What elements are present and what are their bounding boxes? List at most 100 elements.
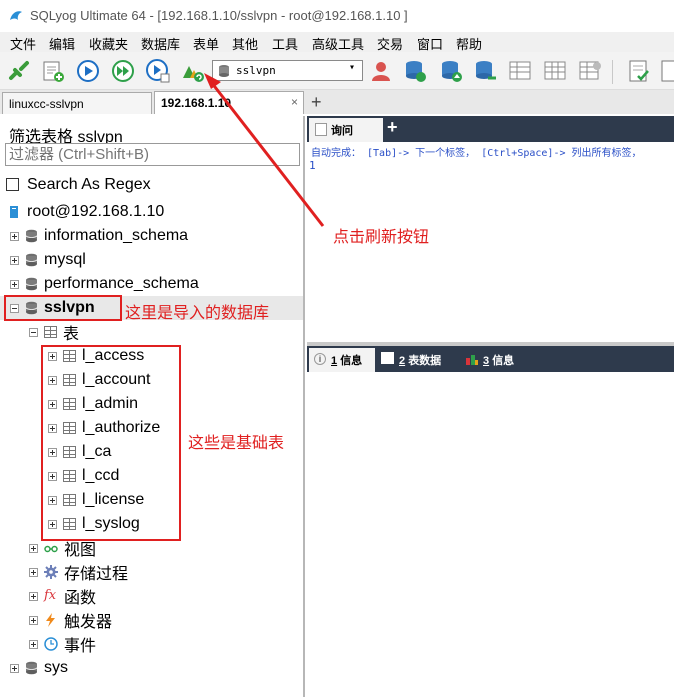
tables-folder[interactable]: 表 [29,320,79,344]
expand-icon[interactable] [29,639,38,649]
tab-info-2[interactable]: 3 信息 [465,352,514,368]
info-icon: i [314,353,326,365]
connect-icon[interactable] [6,58,32,84]
backup-icon[interactable] [402,58,428,84]
menu-table[interactable]: 表单 [193,34,219,53]
schema-icon[interactable] [507,58,533,84]
window-title: SQLyog Ultimate 64 - [192.168.1.10/sslvp… [30,8,408,23]
server-icon [10,206,18,218]
db-label: information_schema [44,227,189,244]
menu-edit[interactable]: 编辑 [49,34,75,53]
database-icon [25,253,38,267]
expand-icon[interactable] [10,231,19,241]
folder-label: 视图 [64,542,97,559]
dolphin-icon [10,11,22,20]
database-selector[interactable]: sslvpn ▾ [212,60,363,81]
menu-database[interactable]: 数据库 [141,34,180,53]
expand-icon[interactable] [29,591,38,601]
menu-favorites[interactable]: 收藏夹 [89,34,128,53]
db-label: mysql [44,251,86,268]
tab-table-data[interactable]: 2 表数据 [381,352,441,368]
menu-bar: 文件 编辑 收藏夹 数据库 表单 其他 工具 高级工具 交易 窗口 帮助 [0,32,674,52]
editor-area: 询问 + 自动完成： [Tab]-> 下一个标签， [Ctrl+Space]->… [307,116,674,697]
close-icon[interactable]: × [291,95,298,109]
user-icon[interactable] [368,58,394,84]
export-icon[interactable] [542,58,568,84]
database-selector-value: sslvpn [236,64,276,77]
add-query-button[interactable]: + [387,117,398,138]
rollback-icon[interactable] [658,58,674,84]
expand-icon[interactable] [29,543,38,553]
expand-icon[interactable] [10,255,19,265]
procedures-folder[interactable]: 存储过程 [29,560,128,584]
tab-label: 信息 [492,355,515,367]
query-editor[interactable] [307,172,674,342]
events-folder[interactable]: 事件 [29,632,96,656]
db-information-schema[interactable]: information_schema [10,224,188,248]
function-icon: fx [44,588,57,603]
triggers-folder[interactable]: 触发器 [29,608,112,632]
menu-other[interactable]: 其他 [232,34,258,53]
line-number: 1 [309,159,316,172]
add-tab-button[interactable]: + [311,92,322,113]
annotation-db-note: 这里是导入的数据库 [125,305,270,322]
menu-transaction[interactable]: 交易 [377,34,403,53]
glasses-icon [44,545,58,553]
expand-icon[interactable] [29,615,38,625]
commit-icon[interactable] [626,58,652,84]
execute-icon[interactable] [75,58,101,84]
query-tab-label: 询问 [331,125,353,137]
tab-number: 2 [399,355,406,367]
db-label: performance_schema [44,275,199,292]
title-bar: SQLyog Ultimate 64 - [192.168.1.10/sslvp… [0,0,674,32]
annotation-box-tables [41,345,181,541]
tab-192-168-1-10[interactable]: 192.168.1.10 × [154,91,304,114]
expand-icon[interactable] [10,279,19,289]
filter-input[interactable] [5,143,300,166]
folder-label: 存储过程 [64,566,129,583]
views-folder[interactable]: 视图 [29,536,96,560]
root-connection[interactable]: root@192.168.1.10 [7,200,164,224]
new-query-icon[interactable] [40,58,66,84]
tab-query[interactable]: 询问 [309,118,383,142]
database-icon [25,661,38,675]
sync-icon[interactable] [472,58,498,84]
toolbar-separator [612,60,613,84]
tab-info[interactable]: i 1 信息 [309,348,375,372]
db-performance-schema[interactable]: performance_schema [10,272,199,296]
autocomplete-hint: 自动完成： [Tab]-> 下一个标签， [Ctrl+Space]-> 列出所有… [311,148,642,159]
tab-label: linuxcc-sslvpn [9,97,84,111]
db-mysql[interactable]: mysql [10,248,86,272]
restore-icon[interactable] [438,58,464,84]
results-panel [307,372,674,697]
menu-window[interactable]: 窗口 [417,34,443,53]
regex-checkbox[interactable] [6,178,19,191]
tables-folder-label: 表 [63,326,80,343]
functions-folder[interactable]: fx 函数 [29,584,96,608]
expand-icon[interactable] [10,663,19,673]
query-tabbar: 询问 + [307,116,674,142]
chart-icon [466,355,478,365]
menu-help[interactable]: 帮助 [456,34,482,53]
execute-all-icon[interactable] [110,58,136,84]
expand-icon[interactable] [29,567,38,577]
menu-advanced-tools[interactable]: 高级工具 [312,34,364,53]
collapse-icon[interactable] [29,327,38,337]
refresh-icon[interactable] [180,58,206,84]
menu-file[interactable]: 文件 [10,34,36,53]
object-browser: 筛选表格 sslvpn Search As Regex root@192.168… [0,116,305,697]
tab-label: 信息 [340,355,363,367]
folder-label: 函数 [64,590,97,607]
folder-label: 触发器 [64,614,113,631]
import-icon[interactable] [577,58,603,84]
execute-edit-icon[interactable] [145,58,171,84]
annotation-tables-note: 这些是基础表 [188,435,285,452]
menu-tools[interactable]: 工具 [272,34,298,53]
regex-label: Search As Regex [27,176,151,193]
db-sys[interactable]: sys [10,656,68,680]
grid-icon [381,352,394,364]
tab-linuxcc-sslvpn[interactable]: linuxcc-sslvpn [2,92,152,114]
db-label: sys [44,659,68,676]
results-tabbar: i 1 信息 2 表数据 3 信息 [307,346,674,372]
folder-label: 事件 [64,638,97,655]
